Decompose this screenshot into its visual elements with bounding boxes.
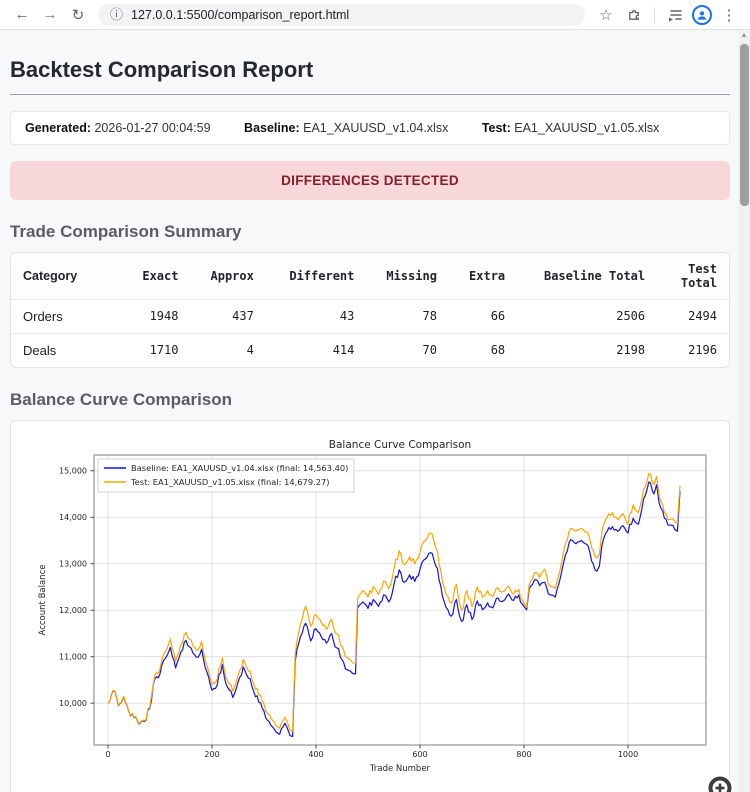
meta-bar: Generated: 2026-01-27 00:04:59 Baseline:… (10, 110, 730, 145)
balance-curve-chart: 10,000 11,000 12,000 13,000 14,000 15,000 0 200… (38, 439, 707, 774)
summary-table-body: Orders 1948 437 43 78 66 2506 2494 Deals 1710 4 414… (11, 298, 729, 367)
value-cell: 66 (448, 298, 518, 334)
meta-generated: Generated: 2026-01-27 00:04:59 (25, 120, 211, 135)
svg-text:11,000: 11,000 (59, 652, 87, 661)
svg-text:1000: 1000 (618, 750, 638, 759)
meta-test: Test: EA1_XAUUSD_v1.05.xlsx (481, 120, 660, 135)
value-cell: 4 (190, 332, 266, 367)
header-cell: Missing (366, 252, 449, 300)
svg-text:200: 200 (204, 750, 219, 759)
value-cell: 70 (366, 332, 449, 367)
x-axis-label: Trade Number (369, 764, 431, 774)
value-cell: 437 (190, 298, 266, 334)
svg-text:0: 0 (105, 750, 110, 759)
report-page: Backtest Comparison Report Generated: 20… (0, 30, 750, 792)
value-cell: 43 (265, 298, 367, 334)
category-cell: Orders (11, 298, 123, 334)
svg-text:400: 400 (308, 750, 323, 759)
browser-menu-icon[interactable]: ⋮ (718, 4, 740, 26)
refresh-icon[interactable]: ↻ (66, 3, 90, 27)
summary-table: Category Exact Approx Different Missing Extra… (11, 252, 729, 367)
y-axis-label: Account Balance (38, 564, 48, 635)
value-cell: 2196 (657, 332, 729, 367)
plot-border (93, 454, 707, 746)
back-icon[interactable]: ← (10, 3, 34, 27)
header-cell: Exact (122, 252, 191, 300)
header-cell: Approx (190, 252, 266, 300)
svg-text:13,000: 13,000 (59, 559, 87, 568)
site-info-icon[interactable]: ⓘ (110, 8, 123, 21)
svg-text:12,000: 12,000 (59, 606, 87, 615)
value-cell: 2506 (517, 298, 658, 334)
address-bar[interactable]: ⓘ 127.0.0.1:5500/comparison_report.html (98, 3, 585, 26)
table-row: Orders 1948 437 43 78 66 2506 2494 (11, 298, 729, 334)
value-cell: 2198 (517, 332, 658, 367)
scrollbar[interactable]: ▲ (738, 30, 750, 792)
scrollbar-up-icon[interactable]: ▲ (738, 32, 750, 39)
header-cell: Category (11, 252, 123, 300)
chart-heading: Balance Curve Comparison (10, 389, 233, 409)
legend-baseline-label: Baseline: EA1_XAUUSD_v1.04.xlsx (final: … (131, 462, 348, 472)
value-cell: 2494 (657, 298, 729, 334)
svg-text:14,000: 14,000 (59, 513, 87, 522)
profile-avatar-icon[interactable] (692, 4, 712, 25)
extensions-icon[interactable] (623, 4, 645, 26)
reading-list-icon[interactable] (664, 4, 686, 26)
value-cell: 68 (448, 332, 518, 367)
scrollbar-thumb[interactable] (739, 44, 749, 206)
chart-card: 10,000 11,000 12,000 13,000 14,000 15,000 0 200… (10, 419, 730, 792)
baseline-series-line (107, 480, 681, 737)
summary-table-card: Category Exact Approx Different Missing Extra… (10, 251, 730, 368)
browser-toolbar: ← → ↻ ⓘ 127.0.0.1:5500/comparison_report… (0, 0, 750, 30)
chart-grid (94, 454, 706, 745)
summary-header-row: Category Exact Approx Different Missing Extra… (11, 252, 729, 300)
chart-legend: Baseline: EA1_XAUUSD_v1.04.xlsx (final: … (97, 458, 355, 492)
table-row: Deals 1710 4 414 70 68 2198 2196 (11, 332, 729, 367)
test-series-line (107, 472, 681, 732)
header-cell: Extra (448, 252, 518, 300)
legend-test-label: Test: EA1_XAUUSD_v1.05.xlsx (final: 14,6… (130, 476, 330, 486)
value-cell: 78 (366, 298, 449, 334)
summary-heading: Trade Comparison Summary (10, 221, 242, 241)
toolbar-separator (654, 6, 655, 23)
meta-baseline: Baseline: EA1_XAUUSD_v1.04.xlsx (244, 120, 449, 135)
svg-text:10,000: 10,000 (59, 699, 87, 708)
value-cell: 1710 (122, 332, 191, 367)
header-cell: Different (265, 252, 367, 300)
svg-text:800: 800 (516, 750, 531, 759)
url-text[interactable]: 127.0.0.1:5500/comparison_report.html (131, 8, 349, 22)
svg-text:600: 600 (412, 750, 427, 759)
axis-tick-labels: 10,000 11,000 12,000 13,000 14,000 15,000 0 200… (59, 466, 638, 758)
chart-title: Balance Curve Comparison (329, 439, 471, 451)
header-cell: Baseline Total (517, 252, 658, 300)
zoom-in-icon[interactable] (704, 773, 744, 792)
category-cell: Deals (11, 332, 123, 367)
differences-banner: DIFFERENCES DETECTED (10, 160, 730, 200)
header-cell: Test Total (657, 252, 729, 300)
page-title: Backtest Comparison Report (10, 56, 730, 95)
bookmark-star-icon[interactable]: ☆ (595, 4, 617, 26)
value-cell: 414 (265, 332, 367, 367)
forward-icon[interactable]: → (38, 3, 62, 27)
svg-text:15,000: 15,000 (59, 466, 87, 475)
value-cell: 1948 (122, 298, 191, 334)
